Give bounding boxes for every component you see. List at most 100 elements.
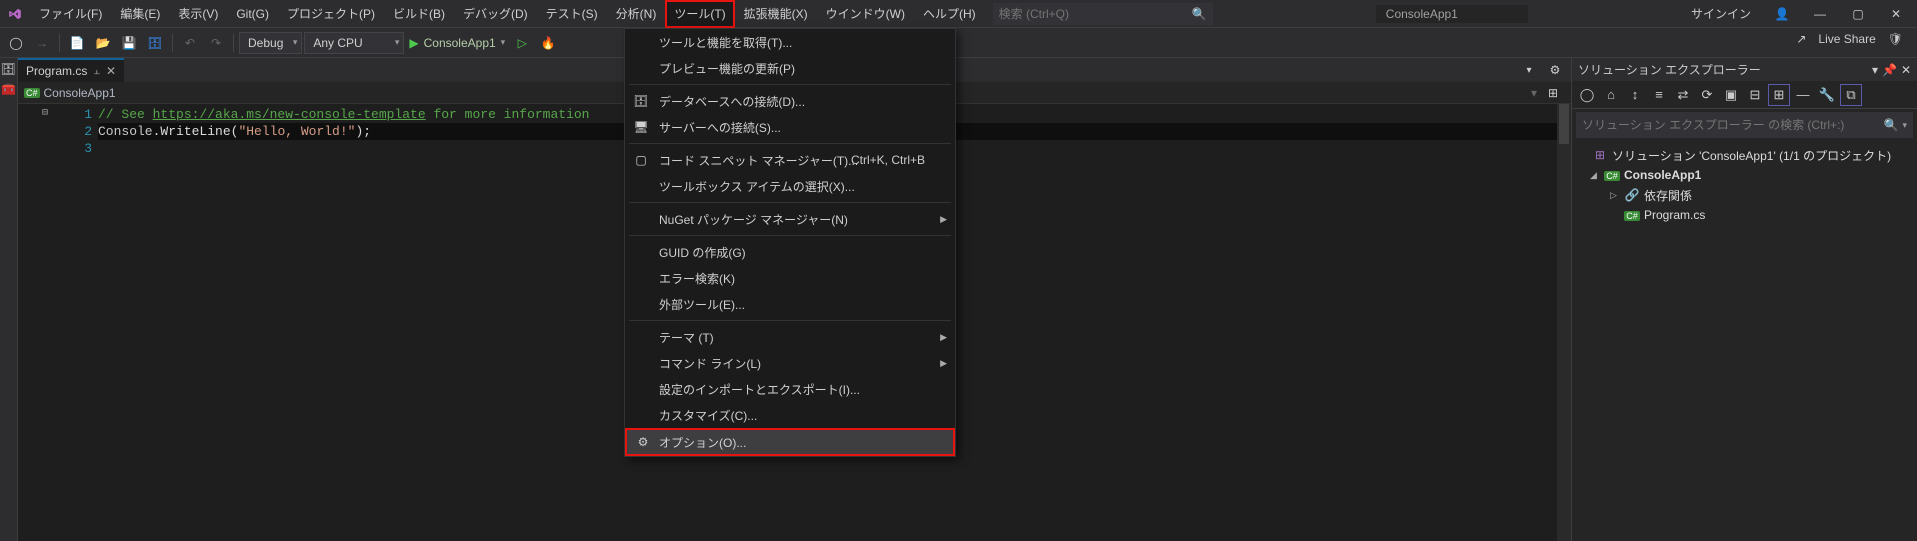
live-share-button[interactable]: Live Share — [1818, 32, 1875, 46]
dependencies-node[interactable]: ▷ 🔗 依存関係 — [1572, 185, 1917, 205]
se-home-icon[interactable]: ⌂ — [1600, 84, 1622, 106]
project-title: ConsoleApp1 — [1376, 5, 1528, 23]
se-show-all-icon[interactable]: ⊟ — [1744, 84, 1766, 106]
editor-split-icon[interactable]: ⊞ — [1541, 81, 1565, 105]
expand-icon[interactable]: ◢ — [1590, 170, 1600, 181]
menu-git[interactable]: Git(G) — [227, 0, 278, 28]
menu-project[interactable]: プロジェクト(P) — [278, 0, 384, 28]
menu-get-tools[interactable]: ツールと機能を取得(T)... — [625, 29, 955, 55]
menu-test[interactable]: テスト(S) — [537, 0, 607, 28]
menu-error-search[interactable]: エラー検索(K) — [625, 265, 955, 291]
add-account-icon[interactable]: 👤 — [1765, 0, 1799, 28]
menu-server-connect[interactable]: 🖥サーバーへの接続(S)... — [625, 114, 955, 140]
menu-external-tools[interactable]: 外部ツール(E)... — [625, 291, 955, 317]
menu-label: カスタマイズ(C)... — [659, 407, 757, 424]
menu-nuget[interactable]: NuGet パッケージ マネージャー(N)▶ — [625, 206, 955, 232]
server-explorer-icon[interactable]: 🗄 — [1, 62, 16, 76]
undo-icon[interactable]: ↶ — [178, 31, 202, 55]
menu-build[interactable]: ビルド(B) — [384, 0, 454, 28]
se-sync-icon[interactable]: ↕ — [1624, 84, 1646, 106]
panel-pin-icon[interactable]: 📌 — [1882, 63, 1897, 77]
signin-button[interactable]: サインイン — [1681, 5, 1761, 22]
menu-window[interactable]: ウインドウ(W) — [817, 0, 914, 28]
platform-dropdown[interactable]: Any CPU — [304, 32, 404, 54]
close-tab-icon[interactable]: ✕ — [106, 64, 116, 78]
dependencies-icon: 🔗 — [1624, 188, 1640, 202]
menu-extensions[interactable]: 拡張機能(X) — [735, 0, 817, 28]
global-search-input[interactable] — [999, 7, 1192, 21]
menu-analyze[interactable]: 分析(N) — [607, 0, 666, 28]
maximize-button[interactable]: ▢ — [1841, 0, 1875, 28]
project-node[interactable]: ◢ C# ConsoleApp1 — [1572, 165, 1917, 185]
close-window-button[interactable]: ✕ — [1879, 0, 1913, 28]
se-refresh-icon[interactable]: ⟳ — [1696, 84, 1718, 106]
admin-icon[interactable]: 🛡 — [1888, 32, 1903, 46]
menu-options[interactable]: ⚙オプション(O)... — [625, 428, 955, 456]
se-switch-view-icon[interactable]: ⧉ — [1840, 84, 1862, 106]
se-preview-icon[interactable]: 🔧 — [1816, 84, 1838, 106]
menu-db-connect[interactable]: 🗄データベースへの接続(D)... — [625, 88, 955, 114]
menu-label: GUID の作成(G) — [659, 244, 746, 261]
panel-menu-icon[interactable]: ▾ — [1872, 63, 1878, 77]
start-debug-button[interactable]: ▶ ConsoleApp1 ▾ — [406, 31, 508, 55]
nav-forward-icon[interactable]: → — [30, 31, 54, 55]
menu-theme[interactable]: テーマ (T)▶ — [625, 324, 955, 350]
code-link[interactable]: https://aka.ms/new-console-template — [153, 107, 426, 122]
breadcrumb-project[interactable]: C# ConsoleApp1 — [24, 86, 116, 100]
menu-customize[interactable]: カスタマイズ(C)... — [625, 402, 955, 428]
solution-explorer-search[interactable]: 🔍 ▾ — [1576, 112, 1913, 138]
menu-code-snippet[interactable]: ▢コード スニペット マネージャー(T)...Ctrl+K, Ctrl+B — [625, 147, 955, 173]
file-tab-program[interactable]: Program.cs ⫠ ✕ — [18, 58, 124, 82]
save-all-icon[interactable]: 🗄 — [143, 31, 167, 55]
code-comment: for more information — [426, 107, 590, 122]
minimize-button[interactable]: — — [1803, 0, 1837, 28]
collapse-toggle-icon[interactable]: ⊟ — [42, 107, 48, 119]
menu-preview-update[interactable]: プレビュー機能の更新(P) — [625, 55, 955, 81]
code-token: ); — [355, 124, 371, 139]
se-properties-icon[interactable]: — — [1792, 84, 1814, 106]
file-node-program[interactable]: C# Program.cs — [1572, 205, 1917, 225]
start-without-debug-icon[interactable]: ▷ — [510, 31, 534, 55]
chevron-down-icon: ▾ — [501, 37, 506, 48]
config-dropdown[interactable]: Debug — [239, 32, 302, 54]
se-collapse-icon[interactable]: ▣ — [1720, 84, 1742, 106]
solution-explorer-search-input[interactable] — [1582, 118, 1884, 132]
menu-help[interactable]: ヘルプ(H) — [914, 0, 985, 28]
se-view-icon[interactable]: ⊞ — [1768, 84, 1790, 106]
line-number: 3 — [64, 140, 92, 157]
toolbox-icon[interactable]: 🧰 — [1, 82, 16, 96]
menu-label: データベースへの接続(D)... — [659, 93, 805, 110]
scrollbar-thumb[interactable] — [1559, 104, 1569, 144]
save-icon[interactable]: 💾 — [117, 31, 141, 55]
main-toolbar: ◯ → 📄 📂 💾 🗄 ↶ ↷ Debug Any CPU ▶ ConsoleA… — [0, 28, 1917, 58]
open-folder-icon[interactable]: 📂 — [91, 31, 115, 55]
redo-icon[interactable]: ↷ — [204, 31, 228, 55]
pin-icon[interactable]: ⫠ — [93, 65, 100, 78]
menu-view[interactable]: 表示(V) — [169, 0, 227, 28]
menu-tools[interactable]: ツール(T) — [665, 0, 734, 28]
se-filter-icon[interactable]: ≡ — [1648, 84, 1670, 106]
search-dropdown-icon[interactable]: ▾ — [1902, 120, 1907, 131]
menu-edit[interactable]: 編集(E) — [111, 0, 169, 28]
se-back-icon[interactable]: ◯ — [1576, 84, 1598, 106]
glyph-margin: ⊟ — [18, 104, 64, 541]
menu-toolbox-items[interactable]: ツールボックス アイテムの選択(X)... — [625, 173, 955, 199]
menu-file[interactable]: ファイル(F) — [30, 0, 111, 28]
expand-icon[interactable]: ▷ — [1610, 190, 1620, 201]
panel-close-icon[interactable]: ✕ — [1901, 63, 1911, 77]
menu-import-export[interactable]: 設定のインポートとエクスポート(I)... — [625, 376, 955, 402]
menu-command-line[interactable]: コマンド ライン(L)▶ — [625, 350, 955, 376]
csharp-project-icon: C# — [1604, 168, 1620, 182]
global-search[interactable]: 🔍 — [993, 3, 1213, 25]
menu-guid[interactable]: GUID の作成(G) — [625, 239, 955, 265]
solution-node[interactable]: ⊞ ソリューション 'ConsoleApp1' (1/1 のプロジェクト) — [1572, 145, 1917, 165]
live-share-icon[interactable]: ↗ — [1796, 32, 1806, 46]
new-item-icon[interactable]: 📄 — [65, 31, 89, 55]
se-sync-active-icon[interactable]: ⇄ — [1672, 84, 1694, 106]
tab-settings-icon[interactable]: ⚙ — [1543, 58, 1567, 82]
tab-overflow-icon[interactable]: ▾ — [1517, 58, 1541, 82]
nav-back-icon[interactable]: ◯ — [4, 31, 28, 55]
menu-debug[interactable]: デバッグ(D) — [454, 0, 537, 28]
editor-vertical-scrollbar[interactable] — [1557, 104, 1571, 541]
hot-reload-icon[interactable]: 🔥 — [536, 31, 560, 55]
